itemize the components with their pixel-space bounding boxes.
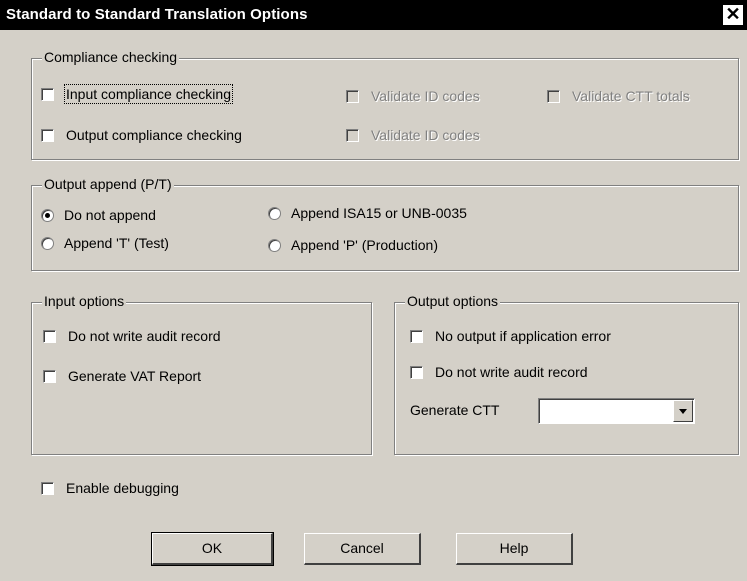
checkbox-icon[interactable] <box>41 87 54 101</box>
input-no-audit-label: Do not write audit record <box>68 328 221 344</box>
input-compliance-checkbox[interactable]: Input compliance checking <box>41 84 233 104</box>
checkbox-icon <box>346 128 359 142</box>
translation-options-dialog: Standard to Standard Translation Options… <box>0 0 747 581</box>
validate-id-codes-label: Validate ID codes <box>371 88 480 104</box>
generate-vat-report-label: Generate VAT Report <box>68 368 202 384</box>
ok-button[interactable]: OK <box>151 532 274 566</box>
checkbox-icon <box>346 89 359 103</box>
radio-label: Append 'P' (Production) <box>291 237 438 253</box>
checkbox-icon[interactable] <box>41 128 54 142</box>
radio-icon[interactable] <box>268 206 281 220</box>
radio-do-not-append[interactable]: Do not append <box>41 205 156 225</box>
validate-ctt-totals-checkbox: Validate CTT totals <box>547 86 690 106</box>
output-compliance-label: Output compliance checking <box>66 127 242 143</box>
enable-debugging-label: Enable debugging <box>66 480 179 496</box>
radio-icon[interactable] <box>41 236 54 250</box>
no-output-error-label: No output if application error <box>435 328 611 344</box>
input-no-audit-checkbox[interactable]: Do not write audit record <box>43 326 221 346</box>
help-button[interactable]: Help <box>456 533 573 565</box>
close-icon[interactable]: ✕ <box>723 5 743 25</box>
enable-debugging-checkbox[interactable]: Enable debugging <box>41 478 179 498</box>
radio-append-p[interactable]: Append 'P' (Production) <box>268 235 438 255</box>
validate-ctt-totals-label: Validate CTT totals <box>572 88 690 104</box>
radio-selected-icon[interactable] <box>41 208 54 222</box>
radio-label: Do not append <box>64 207 156 223</box>
validate-id-codes-input-checkbox: Validate ID codes <box>346 86 480 106</box>
generate-ctt-label: Generate CTT <box>410 402 500 418</box>
output-no-audit-label: Do not write audit record <box>435 364 588 380</box>
output-compliance-checkbox[interactable]: Output compliance checking <box>41 125 242 145</box>
validate-id-codes-label: Validate ID codes <box>371 127 480 143</box>
checkbox-icon[interactable] <box>410 329 423 343</box>
generate-ctt-dropdown[interactable] <box>538 398 695 424</box>
no-output-error-checkbox[interactable]: No output if application error <box>410 326 611 346</box>
output-append-group: Output append (P/T) <box>31 176 739 271</box>
output-append-legend: Output append (P/T) <box>42 176 174 192</box>
compliance-checking-legend: Compliance checking <box>42 49 180 65</box>
chevron-down-icon[interactable] <box>673 400 693 422</box>
window-title: Standard to Standard Translation Options <box>6 6 308 23</box>
checkbox-icon[interactable] <box>410 365 423 379</box>
checkbox-icon[interactable] <box>43 329 56 343</box>
generate-vat-report-checkbox[interactable]: Generate VAT Report <box>43 366 201 386</box>
radio-icon[interactable] <box>268 238 281 252</box>
radio-append-isa15[interactable]: Append ISA15 or UNB-0035 <box>268 203 467 223</box>
radio-label: Append 'T' (Test) <box>64 235 169 251</box>
input-options-legend: Input options <box>42 293 127 309</box>
input-compliance-label: Input compliance checking <box>64 84 233 104</box>
title-bar: Standard to Standard Translation Options… <box>0 0 747 30</box>
checkbox-icon[interactable] <box>41 481 54 495</box>
radio-label: Append ISA15 or UNB-0035 <box>291 205 467 221</box>
checkbox-icon[interactable] <box>43 369 56 383</box>
validate-id-codes-output-checkbox: Validate ID codes <box>346 125 480 145</box>
radio-append-t[interactable]: Append 'T' (Test) <box>41 233 169 253</box>
output-no-audit-checkbox[interactable]: Do not write audit record <box>410 362 588 382</box>
cancel-button[interactable]: Cancel <box>304 533 421 565</box>
output-options-legend: Output options <box>405 293 501 309</box>
checkbox-icon <box>547 89 560 103</box>
